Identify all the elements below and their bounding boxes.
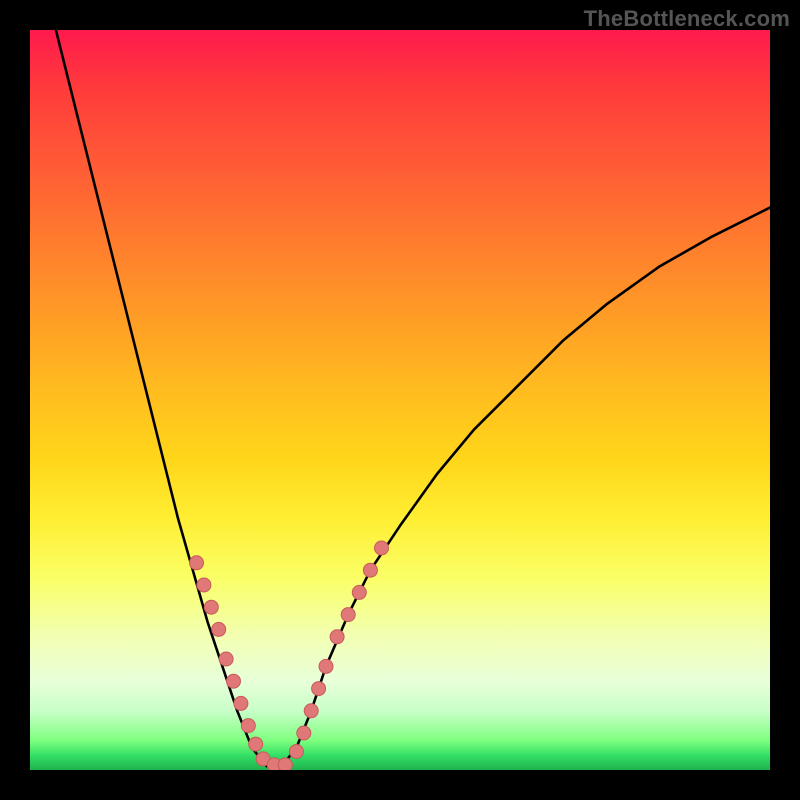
plot-area (30, 30, 770, 770)
marker-dot (363, 563, 377, 577)
marker-dot (234, 696, 248, 710)
marker-dot (352, 585, 366, 599)
marker-dot (330, 630, 344, 644)
marker-dot (249, 737, 263, 751)
marker-dot (241, 719, 255, 733)
marker-dot (289, 745, 303, 759)
marker-dot (197, 578, 211, 592)
marker-dot (219, 652, 233, 666)
marker-dot (297, 726, 311, 740)
marker-dot (312, 682, 326, 696)
chart-frame: TheBottleneck.com (0, 0, 800, 800)
marker-dot (278, 758, 292, 770)
bottleneck-curve (56, 30, 770, 766)
marker-dot (375, 541, 389, 555)
marker-dot (212, 622, 226, 636)
bottleneck-curve-path (56, 30, 770, 766)
marker-dot (304, 704, 318, 718)
chart-svg (30, 30, 770, 770)
marker-dot (204, 600, 218, 614)
marker-dot (341, 608, 355, 622)
watermark-text: TheBottleneck.com (584, 6, 790, 32)
marker-dot (227, 674, 241, 688)
marker-dot (190, 556, 204, 570)
marker-dot (319, 659, 333, 673)
